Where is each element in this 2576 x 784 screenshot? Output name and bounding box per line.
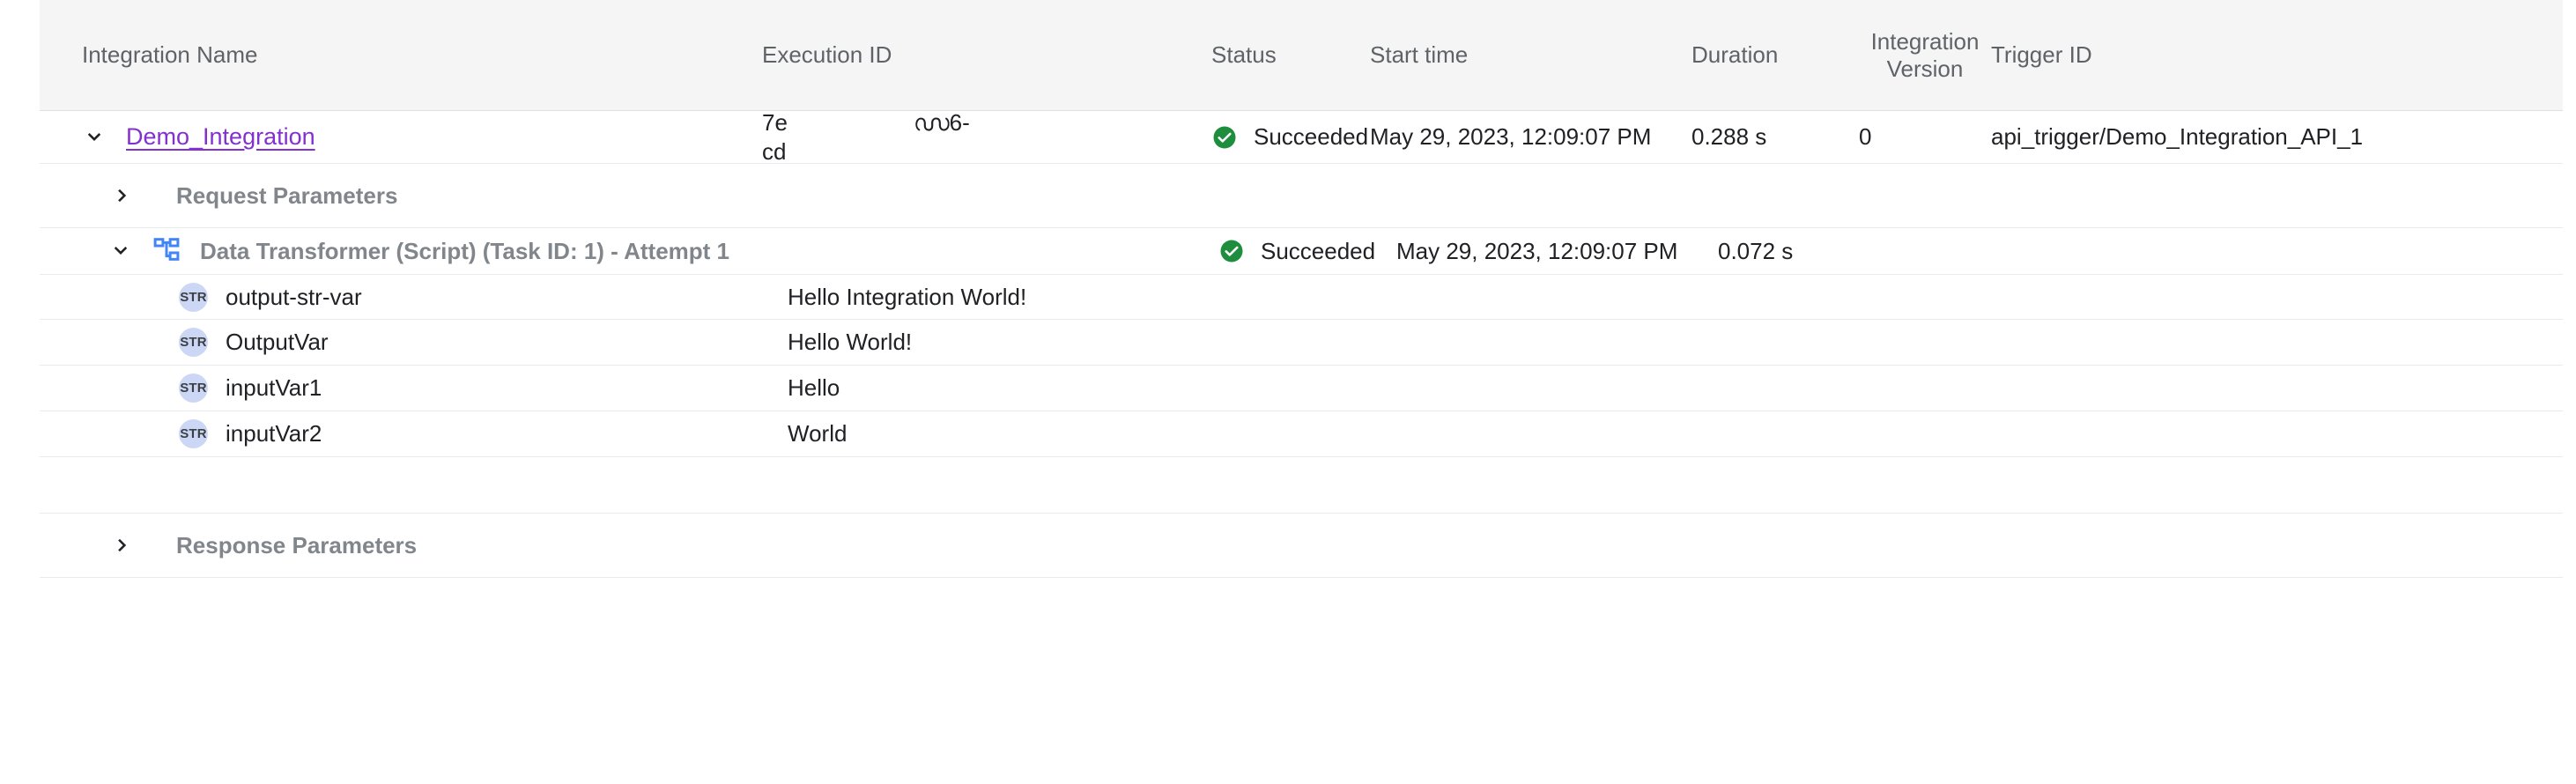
type-badge-str: STR: [179, 374, 208, 403]
execution-id-fragment-3: cd: [762, 137, 786, 166]
integration-name-cell: Demo_Integration: [40, 123, 762, 151]
column-header-integration-version-line1: Integration: [1859, 28, 1991, 55]
start-time-value: May 29, 2023, 12:09:07 PM: [1370, 123, 1691, 151]
variable-value-cell: Hello: [762, 374, 1211, 402]
status-label: Succeeded: [1254, 123, 1368, 151]
check-circle-icon: [1218, 238, 1245, 264]
variable-name-cell: STR inputVar2: [40, 419, 762, 448]
duration-value: 0.288 s: [1691, 123, 1859, 151]
variable-name-cell: STR OutputVar: [40, 328, 762, 357]
execution-id-fragment-1: 7e: [762, 108, 788, 137]
task-status-cell: Succeeded: [1218, 238, 1377, 265]
variable-value-cell: Hello Integration World!: [762, 284, 1211, 311]
variable-name: output-str-var: [226, 284, 362, 311]
variable-name: inputVar1: [226, 374, 322, 402]
execution-id-fragment-2: ൜6-: [914, 108, 970, 137]
column-header-status[interactable]: Status: [1211, 41, 1370, 69]
task-execution-row[interactable]: Data Transformer (Script) (Task ID: 1) -…: [40, 228, 2563, 275]
task-duration-value: 0.072 s: [1699, 238, 1866, 265]
request-parameters-label: Request Parameters: [176, 182, 397, 210]
table-row-spacer: [40, 457, 2563, 514]
table-header-row: Integration Name Execution ID Status Sta…: [40, 0, 2563, 111]
variable-value: Hello World!: [788, 329, 912, 355]
request-parameters-cell: Request Parameters: [40, 182, 762, 210]
table-row[interactable]: STR OutputVar Hello World!: [40, 320, 2563, 366]
table-row[interactable]: STR output-str-var Hello Integration Wor…: [40, 275, 2563, 320]
variable-name-cell: STR inputVar1: [40, 374, 762, 403]
variable-name-cell: STR output-str-var: [40, 283, 762, 312]
check-circle-icon: [1211, 124, 1238, 151]
response-parameters-label: Response Parameters: [176, 532, 417, 559]
data-transformer-icon: [152, 236, 182, 266]
column-header-duration[interactable]: Duration: [1691, 41, 1859, 69]
execution-logs-table: Integration Name Execution ID Status Sta…: [40, 0, 2563, 578]
column-header-integration-version-line2: Version: [1859, 55, 1991, 82]
column-header-integration-name[interactable]: Integration Name: [40, 41, 762, 69]
variable-value-cell: World: [762, 420, 1211, 447]
task-name-cell: Data Transformer (Script) (Task ID: 1) -…: [40, 236, 762, 266]
table-row[interactable]: STR inputVar1 Hello: [40, 366, 2563, 411]
column-header-trigger-id[interactable]: Trigger ID: [1991, 41, 2520, 69]
response-parameters-row[interactable]: Response Parameters: [40, 514, 2563, 578]
chevron-right-icon[interactable]: [110, 183, 135, 208]
execution-id-cell: 7e ൜6- cd: [762, 108, 1211, 166]
type-badge-str: STR: [179, 328, 208, 357]
integration-execution-row[interactable]: Demo_Integration 7e ൜6- cd Succeeded May…: [40, 111, 2563, 164]
variable-value: Hello: [788, 374, 840, 401]
column-header-integration-version[interactable]: Integration Version: [1859, 28, 1991, 81]
chevron-down-icon[interactable]: [108, 239, 133, 263]
task-start-time-value: May 29, 2023, 12:09:07 PM: [1377, 238, 1699, 265]
table-row[interactable]: STR inputVar2 World: [40, 411, 2563, 457]
variable-value-cell: Hello World!: [762, 329, 1211, 356]
type-badge-str: STR: [179, 283, 208, 312]
status-cell: Succeeded: [1211, 123, 1370, 151]
chevron-down-icon[interactable]: [82, 125, 107, 150]
trigger-id-value: api_trigger/Demo_Integration_API_1: [1991, 123, 2520, 151]
variable-name: OutputVar: [226, 329, 329, 356]
response-parameters-cell: Response Parameters: [40, 532, 762, 559]
column-header-start-time[interactable]: Start time: [1370, 41, 1691, 69]
variable-value: Hello Integration World!: [788, 284, 1026, 310]
task-name-label: Data Transformer (Script) (Task ID: 1) -…: [200, 238, 729, 265]
variable-name: inputVar2: [226, 420, 322, 447]
chevron-right-icon[interactable]: [110, 533, 135, 558]
task-status-label: Succeeded: [1261, 238, 1375, 265]
column-header-execution-id[interactable]: Execution ID: [762, 41, 1211, 69]
type-badge-str: STR: [179, 419, 208, 448]
integration-name-link[interactable]: Demo_Integration: [126, 123, 315, 151]
variable-value: World: [788, 420, 847, 447]
integration-version-value: 0: [1859, 123, 1991, 151]
request-parameters-row[interactable]: Request Parameters: [40, 164, 2563, 228]
